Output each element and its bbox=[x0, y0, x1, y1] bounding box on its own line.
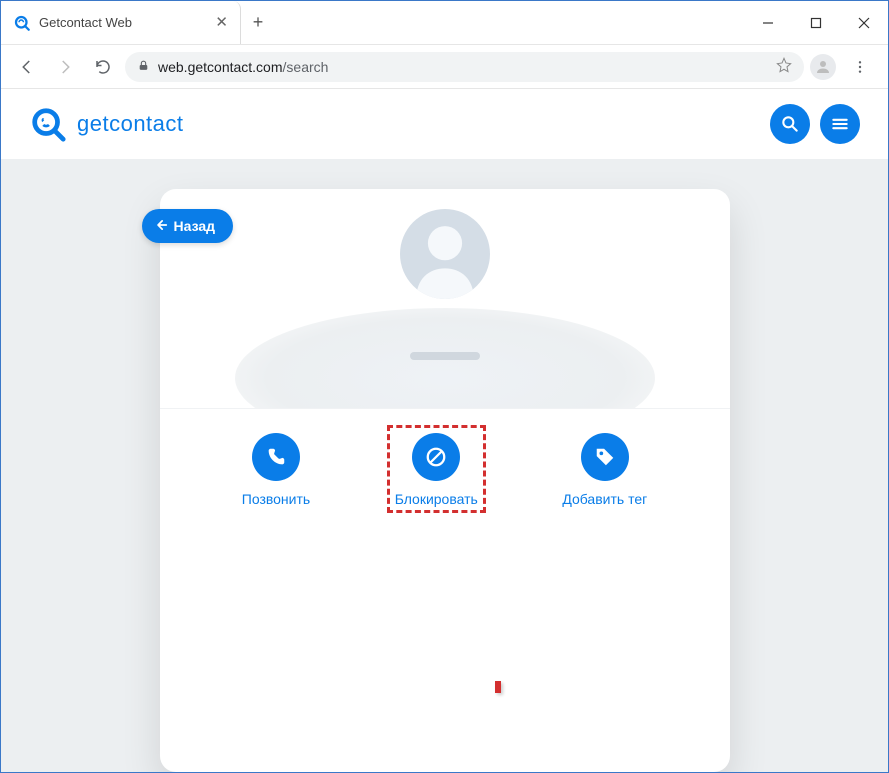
content-area: Назад Позвонить bbox=[1, 159, 888, 772]
address-bar: web.getcontact.com/search bbox=[1, 45, 888, 89]
tab-title: Getcontact Web bbox=[39, 15, 207, 30]
profile-area bbox=[160, 189, 730, 409]
getcontact-logo-icon bbox=[29, 105, 67, 143]
page-content: getcontact Назад bbox=[1, 89, 888, 772]
phone-icon bbox=[252, 433, 300, 481]
annotation-marker bbox=[495, 681, 501, 693]
contact-card: Назад Позвонить bbox=[160, 189, 730, 772]
search-button[interactable] bbox=[770, 104, 810, 144]
tab-close-icon[interactable]: ✕ bbox=[215, 15, 228, 30]
contact-avatar-icon bbox=[400, 209, 490, 299]
browser-window: Getcontact Web ✕ + web.getcontact.com/se… bbox=[0, 0, 889, 773]
new-tab-button[interactable]: + bbox=[241, 1, 275, 44]
brand-name: getcontact bbox=[77, 111, 184, 137]
chrome-menu-button[interactable] bbox=[842, 59, 878, 75]
call-action[interactable]: Позвонить bbox=[242, 433, 310, 507]
add-tag-action[interactable]: Добавить тег bbox=[562, 433, 647, 507]
block-label: Блокировать bbox=[395, 491, 478, 507]
block-icon bbox=[412, 433, 460, 481]
lock-icon bbox=[137, 59, 150, 75]
maximize-button[interactable] bbox=[792, 1, 840, 44]
add-tag-label: Добавить тег bbox=[562, 491, 647, 507]
bookmark-star-icon[interactable] bbox=[776, 57, 792, 76]
placeholder-dash bbox=[410, 352, 480, 360]
browser-titlebar: Getcontact Web ✕ + bbox=[1, 1, 888, 45]
close-window-button[interactable] bbox=[840, 1, 888, 44]
window-controls bbox=[744, 1, 888, 44]
call-label: Позвонить bbox=[242, 491, 310, 507]
url-text: web.getcontact.com/search bbox=[158, 59, 328, 75]
forward-nav-button[interactable] bbox=[49, 51, 81, 83]
brand[interactable]: getcontact bbox=[29, 105, 184, 143]
tag-icon bbox=[581, 433, 629, 481]
site-header: getcontact bbox=[1, 89, 888, 159]
card-actions: Позвонить Блокировать Добавить тег bbox=[160, 409, 730, 537]
getcontact-favicon-icon bbox=[13, 14, 31, 32]
back-nav-button[interactable] bbox=[11, 51, 43, 83]
profile-avatar-icon[interactable] bbox=[810, 54, 836, 80]
url-omnibox[interactable]: web.getcontact.com/search bbox=[125, 52, 804, 82]
header-actions bbox=[770, 104, 860, 144]
reload-button[interactable] bbox=[87, 51, 119, 83]
block-action[interactable]: Блокировать bbox=[395, 433, 478, 507]
browser-tab[interactable]: Getcontact Web ✕ bbox=[1, 1, 241, 44]
minimize-button[interactable] bbox=[744, 1, 792, 44]
menu-button[interactable] bbox=[820, 104, 860, 144]
